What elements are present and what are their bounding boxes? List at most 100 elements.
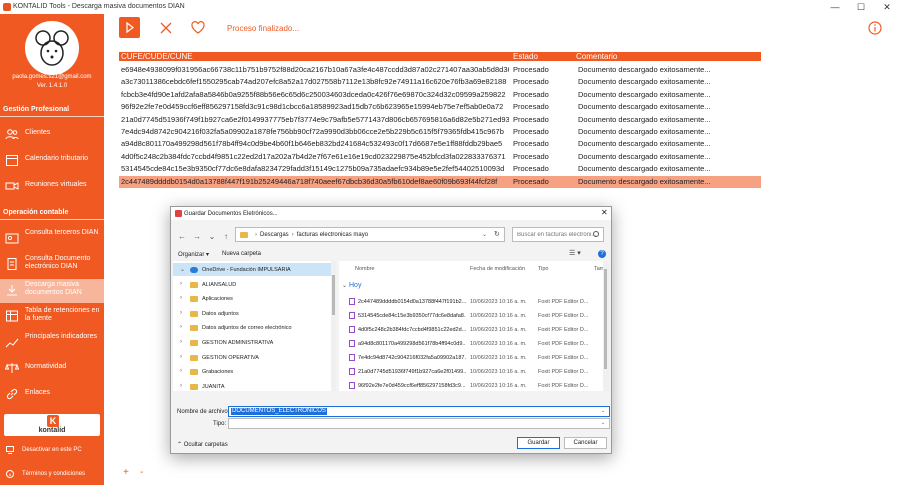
- tree-item[interactable]: › ALIANSALUD: [173, 278, 333, 291]
- dialog-close-button[interactable]: ✕: [601, 208, 608, 217]
- sidebar-item-tabla-retenciones[interactable]: Tabla de retenciones en la fuente: [0, 305, 104, 329]
- divider: [0, 116, 104, 117]
- tree-item[interactable]: ⌄ OneDrive - Fundación IMPULSARIA: [173, 263, 333, 276]
- column-header-cufe[interactable]: CUFE/CUDE/CUNE: [121, 52, 193, 61]
- chevron-right-icon[interactable]: ›: [180, 310, 182, 316]
- sidebar-item-reuniones[interactable]: Reuniones virtuales: [0, 175, 104, 199]
- table-row[interactable]: a94d8c801170a499298d561f78b4ff94c0d9be4b…: [119, 138, 761, 150]
- chevron-right-icon[interactable]: ›: [180, 295, 182, 301]
- table-row[interactable]: 5314545cde84c15e3b9350cf77dc6e8dafa82347…: [119, 163, 761, 175]
- tree-item[interactable]: › Datos adjuntos de correo electrónico: [173, 321, 333, 334]
- sidebar-item-enlaces[interactable]: Enlaces: [0, 383, 104, 407]
- file-type: Foxit PDF Editor D...: [538, 369, 589, 375]
- chevron-down-icon[interactable]: ⌄: [482, 231, 487, 238]
- tree-item[interactable]: › GESTION OPERATIVA: [173, 351, 333, 364]
- refresh-icon[interactable]: ↻: [494, 230, 500, 238]
- column-header-tipo[interactable]: Tipo: [538, 266, 549, 272]
- table-row[interactable]: 4d0f5c248c2b384fdc7ccbd4f9851c22ed2d17a2…: [119, 151, 761, 163]
- type-select[interactable]: ⌄: [228, 418, 610, 429]
- file-row[interactable]: 96f92e2fe7e0d459ccf6eff856297158fd3c9...…: [339, 379, 601, 391]
- table-row[interactable]: 2c447489ddddb0154d0a13788f447f191b252494…: [119, 175, 761, 188]
- forward-button[interactable]: →: [191, 231, 203, 243]
- table-row[interactable]: fcbcb3e4fd90e1afd2afa8a5846b0a9255f88b56…: [119, 89, 761, 101]
- file-row[interactable]: 2c447489ddddb0154d0a13788f447f191b2... 10…: [339, 295, 601, 308]
- tree-scrollbar[interactable]: [331, 261, 336, 391]
- desactivar-pc-link[interactable]: Desactivar en este PC: [0, 442, 104, 460]
- chevron-right-icon[interactable]: ›: [180, 368, 182, 374]
- pdf-file-icon: [349, 298, 355, 305]
- chevron-right-icon[interactable]: ›: [180, 281, 182, 287]
- column-header-nombre[interactable]: Nombre: [355, 266, 375, 272]
- table-row[interactable]: a3c73011386cebdc6fef1550295cab74ad207efc…: [119, 76, 761, 88]
- address-bar[interactable]: › Descargas › facturas electronicas mayo ⌄ …: [235, 227, 505, 242]
- close-window-button[interactable]: ✕: [875, 1, 899, 13]
- tree-item[interactable]: › Aplicaciones: [173, 292, 333, 305]
- start-download-button[interactable]: [119, 17, 140, 38]
- chevron-right-icon[interactable]: ›: [180, 324, 182, 330]
- sidebar-item-consulta-documento[interactable]: Consulta Documento electrónico DIAN: [0, 253, 104, 277]
- table-row[interactable]: e6948e4938099f031956ac66738c11b751b9752f…: [119, 64, 761, 76]
- save-dialog: Guardar Documentos Eletrónicos... ✕ ← → …: [170, 206, 612, 454]
- file-row[interactable]: 5314545cde84c15e3b9350cf77dc6e8dafa8... 1…: [339, 309, 601, 322]
- filename-value[interactable]: DOCUMENTOS_ELECTRONICOS: [231, 408, 327, 415]
- file-name: 4d0f5c248c2b384fdc7ccbd4f9851c22ed2d...: [358, 327, 466, 333]
- chevron-down-icon[interactable]: ⌄: [601, 420, 605, 426]
- file-list-scrollbar[interactable]: [603, 261, 609, 391]
- table-row[interactable]: 96f92e2fe7e0d459ccf6eff856297158fd3c91c9…: [119, 101, 761, 113]
- tree-item[interactable]: › GESTION ADMINISTRATIVA: [173, 336, 333, 349]
- table-row[interactable]: 7e4dc94d8742c904216f032fa5a09902a1878fe7…: [119, 126, 761, 138]
- file-row[interactable]: 4d0f5c248c2b384fdc7ccbd4f9851c22ed2d... 1…: [339, 323, 601, 336]
- stop-button[interactable]: [158, 20, 174, 36]
- scrollbar-thumb[interactable]: [332, 275, 335, 315]
- breadcrumb-item[interactable]: facturas electronicas mayo: [297, 232, 368, 238]
- file-row[interactable]: a94d8c801170a499298d561f78b4ff94c0d9... 1…: [339, 337, 601, 350]
- tree-item[interactable]: › JUANITA: [173, 380, 333, 391]
- breadcrumb-item[interactable]: Descargas: [260, 232, 289, 238]
- sidebar-item-normatividad[interactable]: Normatividad: [0, 357, 104, 381]
- hide-folders-toggle[interactable]: ⌃ Ocultar carpetas: [177, 441, 228, 448]
- chevron-right-icon[interactable]: ›: [180, 383, 182, 389]
- add-row-button[interactable]: +: [123, 467, 129, 478]
- tree-item[interactable]: › Grabaciones: [173, 365, 333, 378]
- sidebar-item-clientes[interactable]: Clientes: [0, 123, 104, 147]
- file-name: 96f92e2fe7e0d459ccf6eff856297158fd3c9...: [358, 383, 466, 389]
- view-options-icon[interactable]: ☰ ▾: [569, 249, 581, 257]
- favorite-button[interactable]: [190, 20, 206, 36]
- back-button[interactable]: ←: [176, 231, 188, 243]
- terminos-link[interactable]: Términos y condiciones: [0, 466, 104, 484]
- minimize-button[interactable]: —: [823, 1, 847, 13]
- group-header-hoy[interactable]: Hoy: [349, 282, 361, 289]
- search-input[interactable]: [513, 228, 603, 241]
- sidebar-item-consulta-terceros[interactable]: Consulta terceros DIAN: [0, 227, 104, 251]
- chevron-down-icon[interactable]: ⌄: [180, 266, 185, 273]
- recent-dropdown-button[interactable]: ⌄: [206, 231, 218, 243]
- up-button[interactable]: ↑: [220, 231, 232, 243]
- tree-item[interactable]: › Datos adjuntos: [173, 307, 333, 320]
- sidebar-item-indicadores[interactable]: Principales indicadores: [0, 331, 104, 355]
- chevron-down-icon[interactable]: ⌄: [601, 408, 605, 414]
- column-header-comentario[interactable]: Comentario: [576, 52, 617, 61]
- remove-row-button[interactable]: -: [140, 467, 143, 478]
- filename-field[interactable]: DOCUMENTOS_ELECTRONICOS ⌄: [228, 406, 610, 417]
- file-row[interactable]: 21a0d7745d51936f749f1b927ca6e2f01499... 1…: [339, 365, 601, 378]
- chevron-right-icon[interactable]: ›: [180, 354, 182, 360]
- cancel-button[interactable]: Cancelar: [564, 437, 607, 449]
- scrollbar-thumb[interactable]: [604, 269, 607, 369]
- sidebar-item-calendario[interactable]: Calendario tributario: [0, 149, 104, 173]
- new-folder-button[interactable]: Nueva carpeta: [222, 251, 261, 257]
- organize-menu[interactable]: Organizar ▾: [178, 251, 209, 258]
- column-header-fecha[interactable]: Fecha de modificación: [470, 266, 525, 272]
- file-row[interactable]: 7e4dc94d8742c904216f032fa5a09902a187... 1…: [339, 351, 601, 364]
- chevron-down-icon[interactable]: ⌄: [342, 282, 347, 289]
- maximize-button[interactable]: ☐: [849, 1, 873, 13]
- save-button[interactable]: Guardar: [517, 437, 560, 449]
- search-box[interactable]: [512, 227, 604, 242]
- help-icon[interactable]: ?: [598, 250, 606, 258]
- file-type: Foxit PDF Editor D...: [538, 355, 589, 361]
- table-row[interactable]: 21a0d7745d51936f749f1b927ca6e2f014993777…: [119, 114, 761, 126]
- column-header-estado[interactable]: Estado: [513, 52, 538, 61]
- chevron-right-icon[interactable]: ›: [180, 339, 182, 345]
- file-type: Foxit PDF Editor D...: [538, 341, 589, 347]
- sidebar-item-descarga-masiva[interactable]: Descarga masiva documentos DIAN: [0, 279, 104, 303]
- info-button[interactable]: [868, 21, 882, 35]
